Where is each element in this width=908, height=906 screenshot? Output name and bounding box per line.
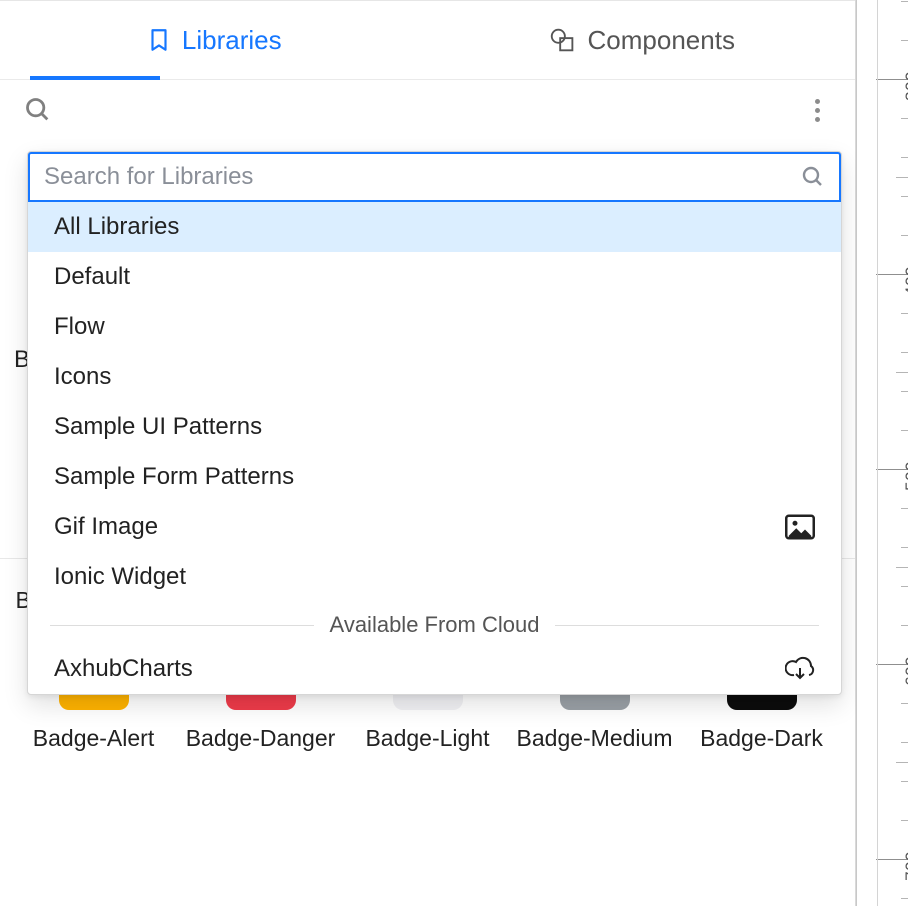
ruler-tick-minor: [901, 313, 908, 314]
library-list-item[interactable]: Sample UI Patterns: [28, 402, 841, 452]
search-icon: [801, 165, 825, 189]
badge-label: Badge-Medium: [517, 724, 673, 753]
library-list-item[interactable]: Flow: [28, 302, 841, 352]
cloud-library-list-item[interactable]: AxhubCharts: [28, 644, 841, 694]
ruler-tick-minor: [901, 703, 908, 704]
tab-libraries[interactable]: Libraries: [0, 1, 428, 79]
ruler-tick-minor: [901, 898, 908, 899]
ruler-tick-minor: [896, 177, 908, 178]
more-options-button[interactable]: [803, 96, 831, 124]
image-icon: [785, 514, 815, 540]
ruler-tick-minor: [901, 40, 908, 41]
ruler-tick-minor: [901, 118, 908, 119]
badge-label: Badge-Dark: [700, 724, 823, 753]
library-search-dropdown: All Libraries Default Flow Icons Sample UI P…: [27, 151, 842, 695]
library-list: All Libraries Default Flow Icons Sample UI P…: [28, 202, 841, 602]
ruler-tick-minor: [901, 820, 908, 821]
library-list-item[interactable]: Ionic Widget: [28, 552, 841, 602]
library-list-item-label: Default: [54, 263, 130, 291]
ruler-tick-minor: [901, 391, 908, 392]
library-search-input[interactable]: [44, 163, 791, 191]
cloud-library-list: AxhubCharts: [28, 644, 841, 694]
library-list-item[interactable]: Icons: [28, 352, 841, 402]
badge-label: Badge-Alert: [33, 724, 154, 753]
bookmark-icon: [146, 27, 172, 53]
cloud-download-icon[interactable]: [785, 656, 815, 682]
ruler-tick-major: 700: [876, 859, 908, 860]
ruler-tick-major: 500: [876, 469, 908, 470]
ruler-tick-minor: [901, 586, 908, 587]
cloud-library-list-item-label: AxhubCharts: [54, 655, 193, 683]
ruler-tick-minor: [901, 1, 908, 2]
library-list-item-label: Icons: [54, 363, 111, 391]
ruler-tick-label: 400: [902, 266, 908, 296]
library-toolbar: [0, 80, 855, 140]
library-list-item-label: Sample Form Patterns: [54, 463, 294, 491]
ruler-tick-minor: [901, 235, 908, 236]
tab-components[interactable]: Components: [428, 1, 856, 79]
ruler-tick-major: 400: [876, 274, 908, 275]
ruler-tick-label: 500: [902, 461, 908, 491]
ruler-tick-minor: [896, 762, 908, 763]
ruler-tick-minor: [901, 157, 908, 158]
ruler-tick-minor: [901, 547, 908, 548]
ruler-tick-minor: [896, 372, 908, 373]
ruler-tick-minor: [901, 196, 908, 197]
library-list-item[interactable]: Sample Form Patterns: [28, 452, 841, 502]
library-list-item-label: Gif Image: [54, 513, 158, 541]
tab-libraries-label: Libraries: [182, 25, 282, 56]
ruler-tick-label: 300: [902, 71, 908, 101]
ruler-tick-minor: [901, 625, 908, 626]
cloud-section-header: Available From Cloud: [28, 602, 841, 644]
library-list-item-label: All Libraries: [54, 213, 179, 241]
search-icon[interactable]: [24, 96, 52, 124]
library-list-item-label: Ionic Widget: [54, 563, 186, 591]
ruler-tick-minor: [901, 508, 908, 509]
library-list-item[interactable]: All Libraries: [28, 202, 841, 252]
ruler-tick-major: 300: [876, 79, 908, 80]
library-list-item[interactable]: Default: [28, 252, 841, 302]
ruler-tick-major: 600: [876, 664, 908, 665]
library-list-item-label: Sample UI Patterns: [54, 413, 262, 441]
ruler-tick-label: 700: [902, 851, 908, 881]
panel-tabs: Libraries Components: [0, 0, 855, 80]
tab-components-label: Components: [588, 25, 735, 56]
cloud-section-label: Available From Cloud: [330, 612, 540, 638]
library-search-field[interactable]: [28, 152, 841, 202]
ruler-tick-minor: [901, 781, 908, 782]
library-list-item[interactable]: Gif Image: [28, 502, 841, 552]
ruler-tick-minor: [901, 352, 908, 353]
library-list-item-label: Flow: [54, 313, 105, 341]
components-icon: [548, 25, 578, 55]
badge-label: Badge-Danger: [186, 724, 336, 753]
vertical-ruler: 300 400 500 600 700: [856, 0, 908, 906]
ruler-tick-minor: [901, 430, 908, 431]
left-panel: Libraries Components B Badge（A: [0, 0, 856, 906]
ruler-tick-label: 600: [902, 656, 908, 686]
ruler-tick-minor: [901, 742, 908, 743]
badge-label: Badge-Light: [365, 724, 489, 753]
ruler-tick-minor: [896, 567, 908, 568]
